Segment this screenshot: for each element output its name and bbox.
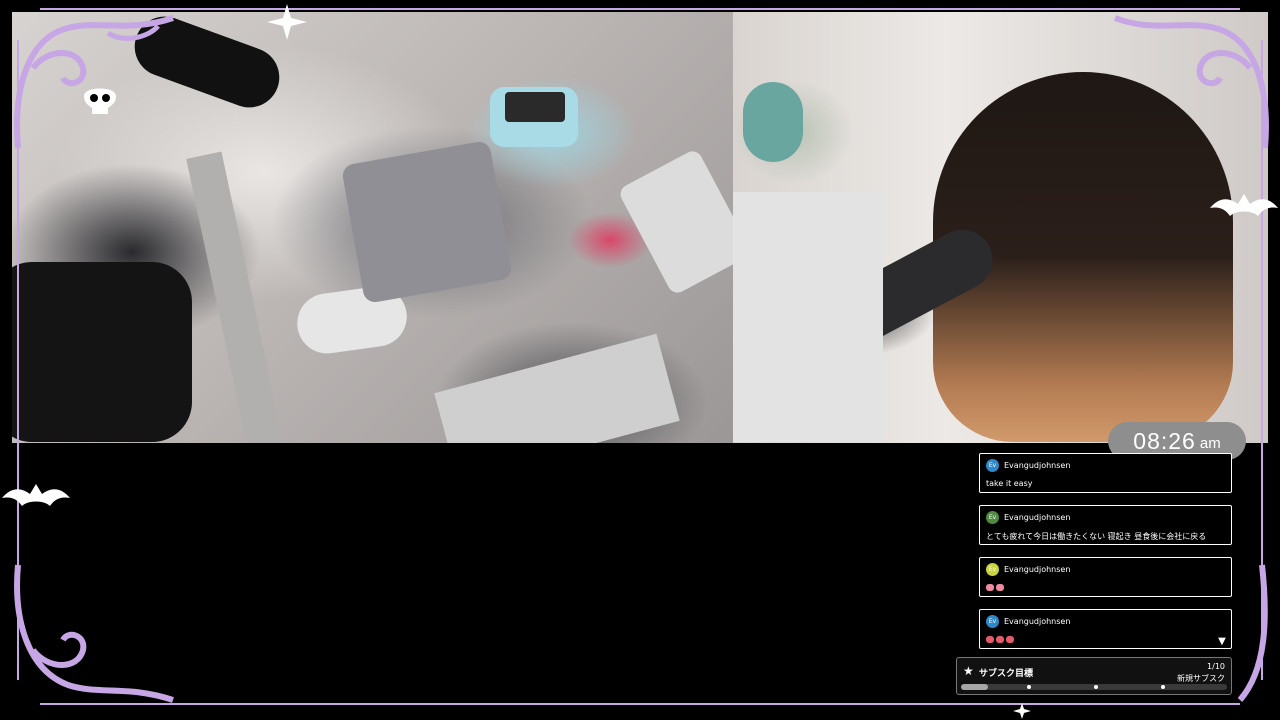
chat-username: Evangudjohnsen [1004,461,1071,470]
swirl-ornament-bottom-right [1237,564,1268,702]
shelf [733,192,883,442]
clock-time: 08:26 [1133,427,1196,454]
chat-username: Evangudjohnsen [1004,617,1071,626]
plush-toy [743,82,803,162]
sub-goal-label: サブスク目標 [979,669,1034,679]
chat-username: Evangudjohnsen [1004,565,1071,574]
emote-icon [996,584,1004,591]
clock-ampm: am [1199,434,1221,452]
avatar: Ev [986,511,999,524]
chat-emotes [986,583,1225,592]
arm-sleeve [12,262,192,442]
chat-message: Ev Evangudjohnsen [979,609,1232,649]
chat-message: Ev Evangudjohnsen とても疲れて今日は働きたくない 寝起き 昼食… [979,505,1232,545]
chevron-down-icon[interactable]: ▼ [1216,636,1228,648]
chat-emotes [986,635,1225,644]
emote-icon [986,636,994,643]
emote-icon [1006,636,1014,643]
emote-icon [996,636,1004,643]
sub-goal-type: 新規サブスク [1177,674,1225,683]
sparkle-icon [1013,703,1031,719]
swirl-ornament-top-right [1113,15,1269,149]
swirl-ornament-bottom-left [14,564,174,703]
milestone-dot [1094,685,1098,689]
sparkle-icon [267,4,307,40]
bat-icon [1210,194,1278,216]
pencil-case [340,140,514,304]
audio-mixer [434,333,680,443]
monitor-arm [186,151,284,443]
skull-icon [84,88,116,114]
milestone-dot [1027,685,1031,689]
star-icon: ★ [963,664,974,678]
avatar: Ev [986,563,999,576]
emote-icon [986,584,994,591]
sub-goal-widget: ★ サブスク目標 1/10 新規サブスク [956,657,1232,695]
avatar: Ev [986,459,999,472]
frame-bottom-line [40,703,1240,705]
frame-top-line [40,8,1240,10]
stream-deck [617,147,733,297]
sub-goal-progress-bar [961,684,1227,690]
avatar: Ev [986,615,999,628]
milestone-dot [1161,685,1165,689]
timer-display [505,92,565,122]
chat-username: Evangudjohnsen [1004,513,1071,522]
chat-text: take it easy [986,479,1033,488]
chat-message: Ev Evangudjohnsen take it easy [979,453,1232,493]
sub-goal-progress-fill [961,684,988,690]
bat-icon [2,484,70,506]
sub-goal-count: 1/10 [1207,662,1225,671]
chat-message: Ev Evangudjohnsen [979,557,1232,597]
chat-text: とても疲れて今日は働きたくない 寝起き 昼食後に会社に戻る [986,532,1207,541]
